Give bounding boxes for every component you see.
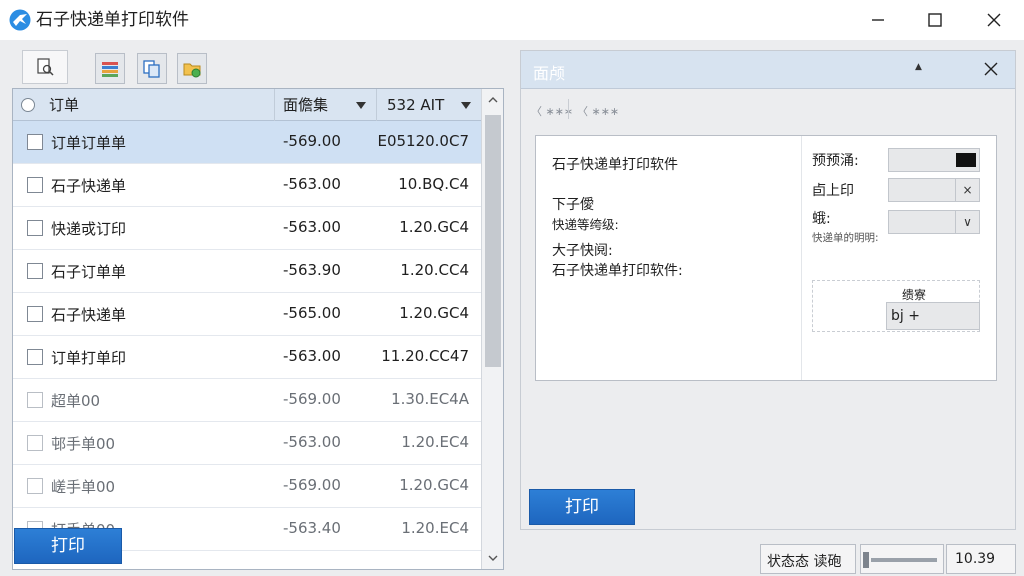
table-row[interactable]: 快递戓订印 -563.00 1.20.GC4 <box>13 207 481 250</box>
doc-line: 大子快阋: <box>552 243 613 259</box>
doc-line: 快递等绔级: <box>552 217 619 232</box>
title-bar: 石子快递单打印软件 <box>0 0 1024 40</box>
row-checkbox[interactable] <box>27 478 43 494</box>
print-button[interactable]: 打印 <box>14 528 122 564</box>
grid-table-icon <box>102 61 118 77</box>
scrollbar-thumb[interactable] <box>485 115 501 367</box>
color-swatch <box>956 153 976 167</box>
status-label: 状态态 读砲 <box>767 554 842 570</box>
doc-line: 石子快递单打印软件: <box>552 263 683 279</box>
table-row[interactable]: 石子快递单 -565.00 1.20.GC4 <box>13 293 481 336</box>
list-header: 订单 面儋集 532 AIT <box>13 89 481 121</box>
preview-title: 面颅 <box>533 64 566 83</box>
table-row[interactable]: 嵯手单00 -569.00 1.20.GC4 <box>13 465 481 508</box>
preview-print-button[interactable]: 打印 <box>529 489 635 525</box>
client-area: 订单 面儋集 532 AIT 订单订单单 -569.00 E05120.0C7 … <box>0 40 1024 576</box>
slider-handle[interactable] <box>863 552 869 568</box>
minimize-button[interactable] <box>850 0 906 40</box>
maximize-button[interactable] <box>907 0 963 40</box>
add-field[interactable]: bj + <box>886 302 980 330</box>
order-list-panel: 订单 面儋集 532 AIT 订单订单单 -569.00 E05120.0C7 … <box>12 88 504 570</box>
preview-doc-button[interactable] <box>22 50 68 84</box>
print-option-field[interactable]: × <box>888 178 980 202</box>
chevron-down-icon[interactable]: ∨ <box>955 211 979 233</box>
chevron-up-icon <box>488 97 498 103</box>
collapse-button[interactable]: ▲ <box>915 62 922 72</box>
preview-panel: 面颅 ▲ 〈 ∗∗∗ 〈 ∗∗∗ 石子快递单打印软件 下子僾 快递等绔级: 大子… <box>520 50 1016 530</box>
maximize-icon <box>928 13 942 27</box>
option-label-print: 卣上印 <box>812 183 854 199</box>
column-header-order[interactable]: 订单 <box>13 89 275 121</box>
table-row[interactable]: 石子订单单 -563.90 1.20.CC4 <box>13 250 481 293</box>
preview-document: 石子快递单打印软件 下子僾 快递等绔级: 大子快阋: 石子快递单打印软件: 预预… <box>535 135 997 381</box>
chevron-down-icon <box>356 102 366 109</box>
row-checkbox[interactable] <box>27 306 43 322</box>
paper-select[interactable]: ∨ <box>888 210 980 234</box>
vertical-scrollbar[interactable] <box>481 89 503 569</box>
table-row[interactable]: 邨手单00 -563.00 1.20.EC4 <box>13 422 481 465</box>
scroll-down-button[interactable] <box>482 547 503 569</box>
minimize-icon <box>872 19 884 21</box>
list-rows: 订单订单单 -569.00 E05120.0C7 石子快递单 -563.00 1… <box>13 121 481 551</box>
close-button[interactable] <box>966 0 1022 40</box>
forward-button[interactable]: 〈 ∗∗∗ <box>577 103 619 119</box>
row-checkbox[interactable] <box>27 435 43 451</box>
table-row[interactable]: 超单00 -569.00 1.30.EC4A <box>13 379 481 422</box>
preview-toolbar: 〈 ∗∗∗ 〈 ∗∗∗ <box>521 89 1015 129</box>
close-icon <box>987 13 1001 27</box>
folder-globe-icon <box>183 63 201 77</box>
clear-icon[interactable]: × <box>955 179 979 201</box>
status-value: 10.39 <box>955 551 996 567</box>
toolbar-divider <box>568 99 569 119</box>
option-label-preview: 预预涌: <box>812 153 859 169</box>
table-row[interactable]: 订单打单印 -563.00 11.20.CC47 <box>13 336 481 379</box>
column-header-number[interactable]: 532 AIT <box>377 89 481 121</box>
color-picker-field[interactable] <box>888 148 980 172</box>
row-checkbox[interactable] <box>27 177 43 193</box>
option-label-paper: 蛾: <box>812 211 831 227</box>
search-label: 缋寮 <box>902 288 927 302</box>
grid-table-button[interactable] <box>95 53 125 84</box>
preview-doc-icon <box>37 58 54 76</box>
row-checkbox[interactable] <box>27 349 43 365</box>
scroll-up-button[interactable] <box>482 89 503 111</box>
row-checkbox[interactable] <box>27 134 43 150</box>
folder-globe-button[interactable] <box>177 53 207 84</box>
doc-title: 石子快递单打印软件 <box>552 157 678 173</box>
copy-doc-icon <box>143 59 160 78</box>
status-text-box: 状态态 读砲 <box>760 544 856 574</box>
chevron-down-icon <box>488 555 498 561</box>
slider-track <box>871 558 937 562</box>
window-title: 石子快递单打印软件 <box>36 10 189 30</box>
doc-line: 下子僾 <box>552 197 594 213</box>
row-checkbox[interactable] <box>27 220 43 236</box>
bird-logo-icon <box>9 9 31 31</box>
chevron-down-icon <box>461 102 471 109</box>
table-row[interactable]: 石子快递单 -563.00 10.BQ.C4 <box>13 164 481 207</box>
row-checkbox[interactable] <box>27 263 43 279</box>
doc-divider <box>801 136 802 380</box>
preview-close-button[interactable] <box>983 61 1001 79</box>
header-avatar-icon <box>21 98 35 112</box>
table-row[interactable]: 订单订单单 -569.00 E05120.0C7 <box>13 121 481 164</box>
copy-doc-button[interactable] <box>137 53 167 84</box>
zoom-slider[interactable] <box>860 544 944 574</box>
row-checkbox[interactable] <box>27 392 43 408</box>
status-value-box: 10.39 <box>946 544 1016 574</box>
back-button[interactable]: 〈 ∗∗∗ <box>531 103 573 119</box>
option-hint: 快递单的明明: <box>812 232 879 244</box>
close-icon <box>984 62 998 76</box>
column-header-amount[interactable]: 面儋集 <box>275 89 377 121</box>
preview-header: 面颅 ▲ <box>521 51 1015 89</box>
